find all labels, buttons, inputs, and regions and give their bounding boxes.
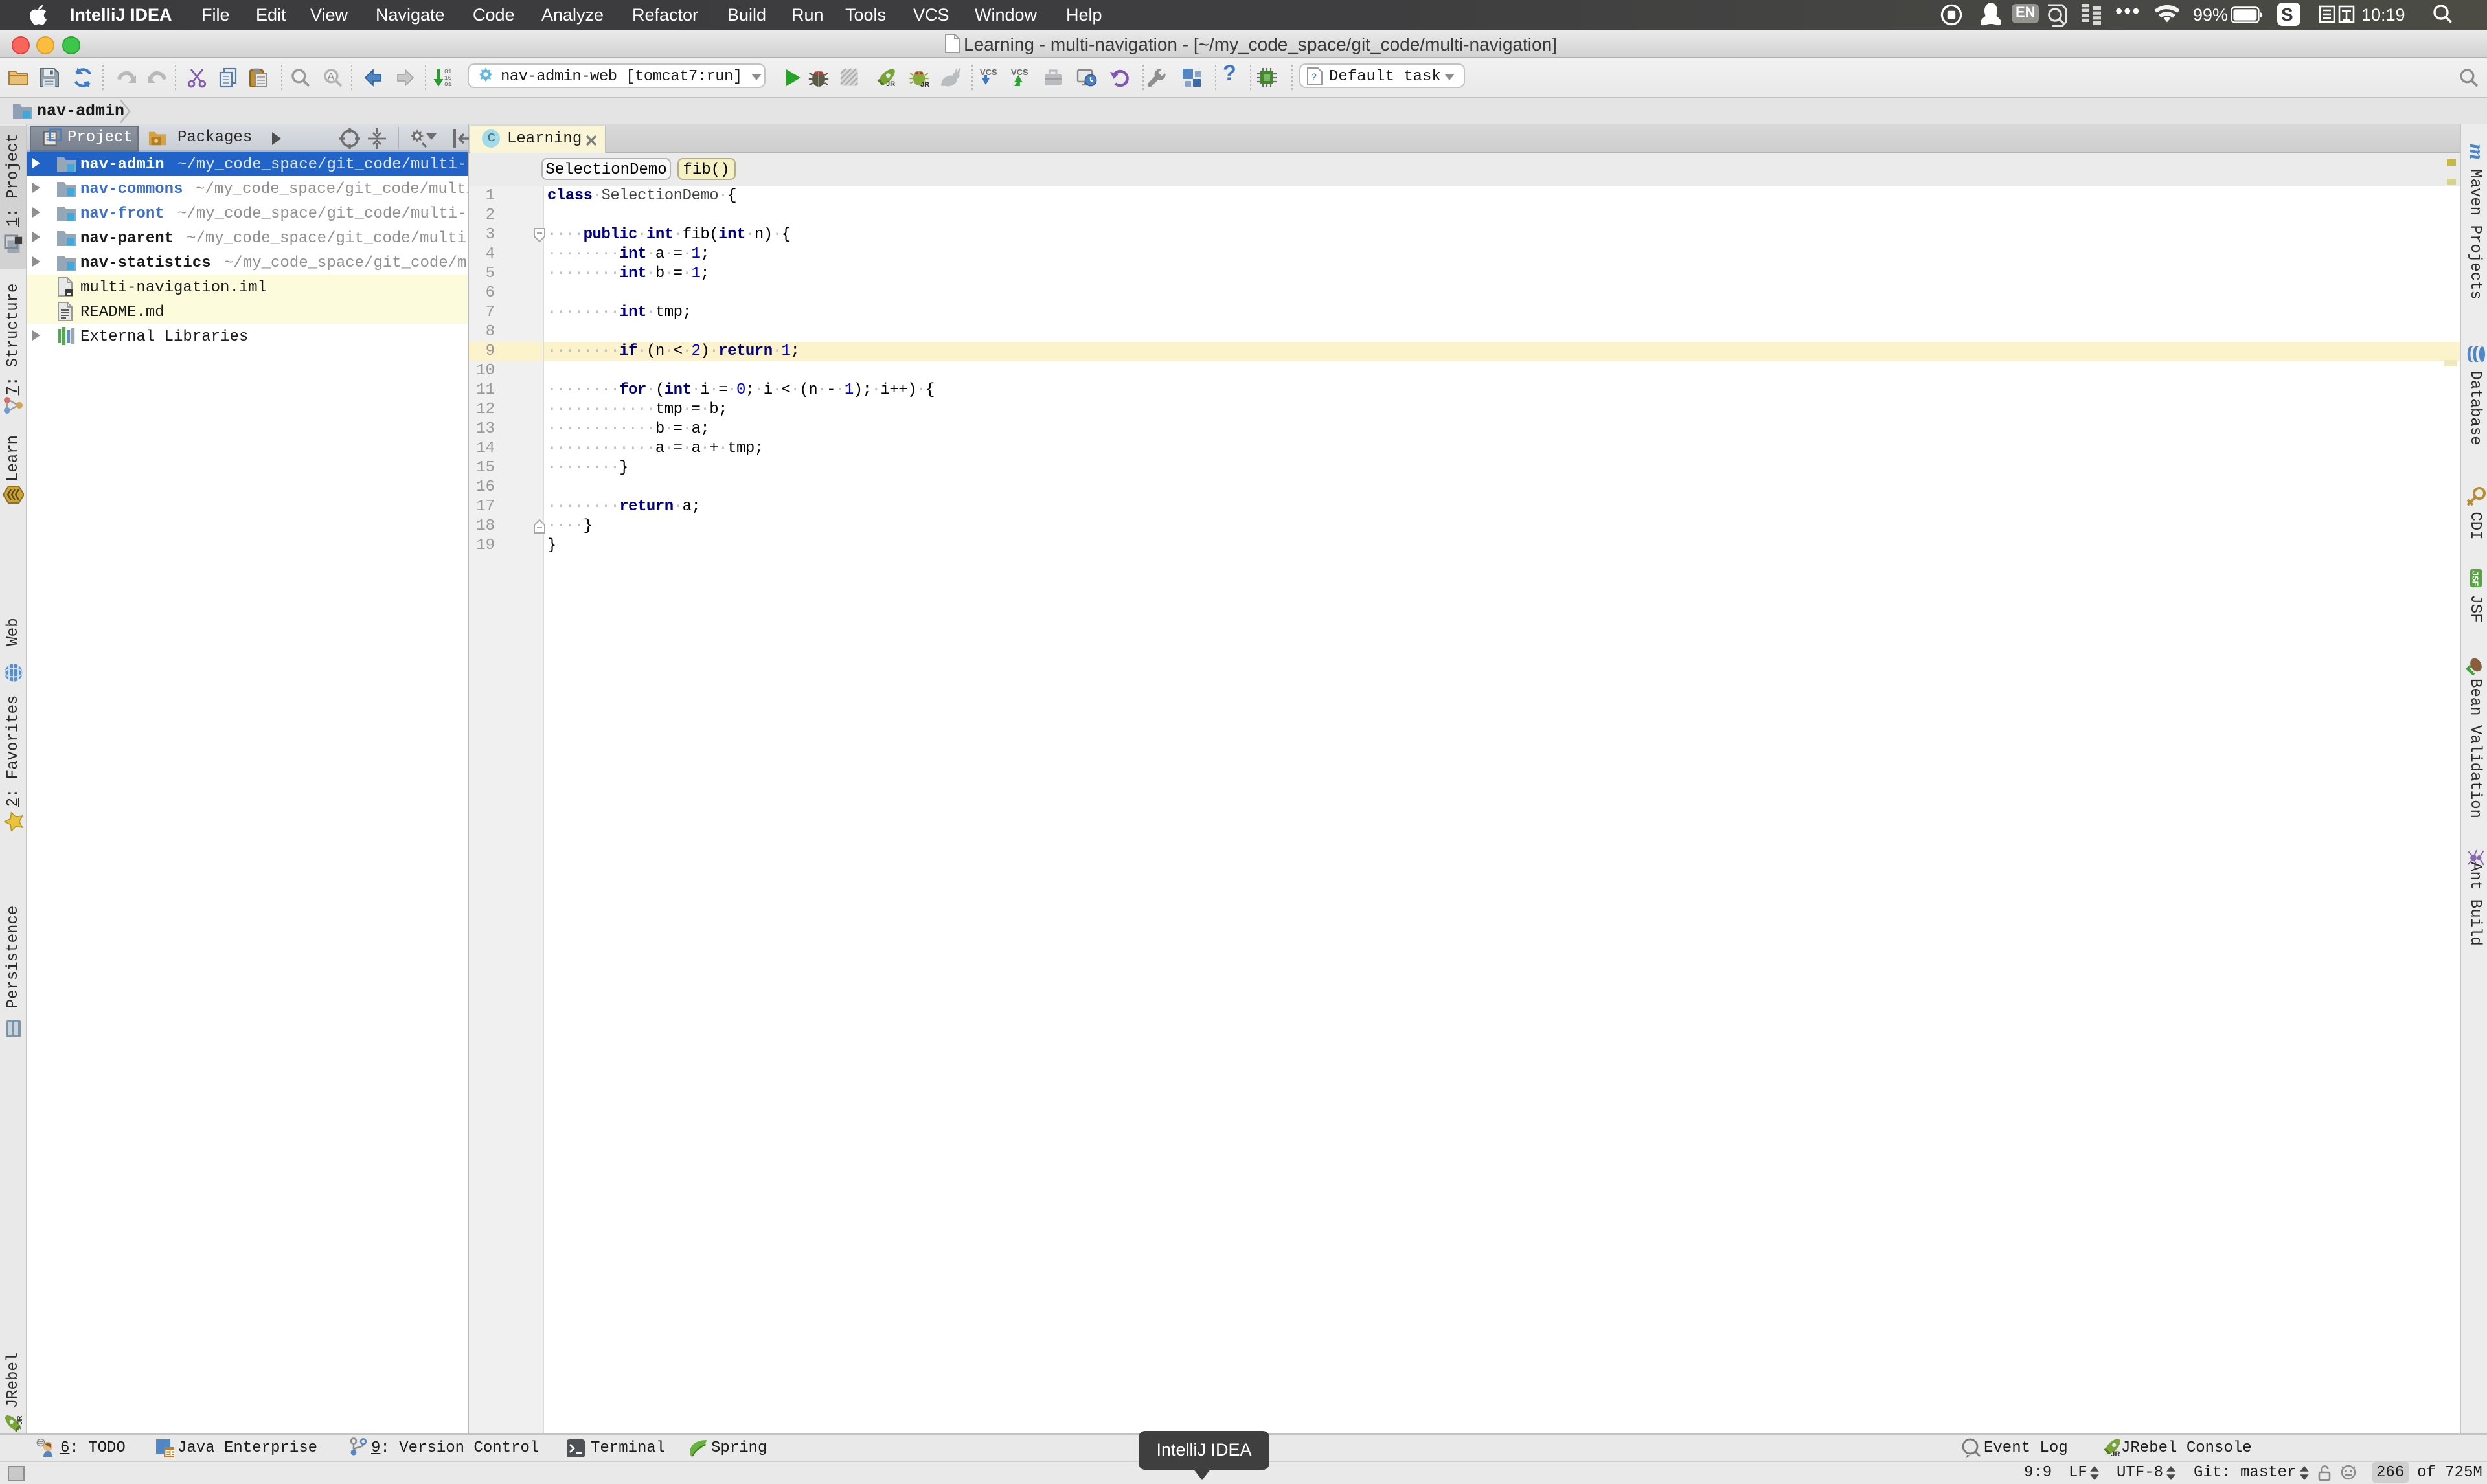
svg-text:m: m (2466, 144, 2485, 160)
svg-text:JR: JR (885, 80, 894, 87)
svg-text:JR: JR (920, 80, 929, 87)
svg-text:JR: JR (2111, 1450, 2120, 1457)
svg-text:A: A (326, 70, 334, 82)
svg-text:VCS: VCS (979, 67, 997, 76)
svg-text:JSF: JSF (2470, 571, 2479, 587)
svg-text:?: ? (1311, 72, 1317, 84)
svg-text:JR: JR (16, 1415, 23, 1424)
svg-text:VCS: VCS (1011, 67, 1028, 76)
svg-text:01: 01 (444, 80, 451, 87)
svg-text:EE: EE (165, 1448, 174, 1457)
